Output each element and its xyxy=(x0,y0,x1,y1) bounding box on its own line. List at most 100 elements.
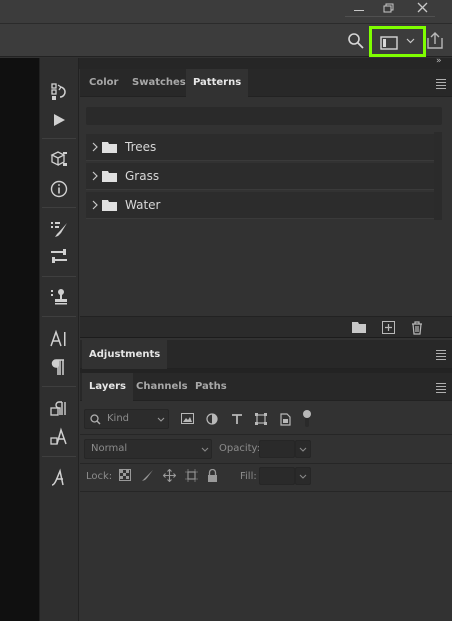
info-button[interactable] xyxy=(47,177,71,201)
character-styles-button[interactable] xyxy=(47,425,71,449)
brush-settings-button[interactable] xyxy=(47,217,71,241)
title-bar xyxy=(0,0,452,23)
opacity-dropdown[interactable] xyxy=(295,440,311,458)
pattern-group-row[interactable]: Trees xyxy=(86,134,436,161)
row-divider xyxy=(80,491,452,492)
pattern-group-row[interactable]: Grass xyxy=(86,163,436,190)
fill-dropdown[interactable] xyxy=(295,467,311,485)
collapse-right-icon[interactable]: » xyxy=(436,56,442,66)
folder-icon xyxy=(102,200,117,211)
tab-adjustments[interactable]: Adjustments xyxy=(82,340,168,369)
patterns-search-input[interactable] xyxy=(86,107,442,125)
patterns-panel: Trees Grass Water xyxy=(80,97,452,317)
tab-color[interactable]: Color xyxy=(82,69,125,97)
character-button[interactable] xyxy=(47,327,71,351)
adjustment-filter-icon[interactable] xyxy=(206,413,218,425)
lock-label: Lock: xyxy=(86,471,113,482)
tab-patterns[interactable]: Patterns xyxy=(186,69,249,97)
tool-divider xyxy=(42,207,76,208)
info-icon xyxy=(50,180,68,198)
panel-menu-icon[interactable] xyxy=(436,79,446,91)
pattern-group-label: Water xyxy=(125,198,161,212)
lock-artboard-icon[interactable] xyxy=(185,469,198,482)
paragraph-styles-button[interactable] xyxy=(47,397,71,421)
share-button[interactable] xyxy=(426,32,444,53)
lock-all-icon[interactable] xyxy=(207,469,218,482)
paragraph-button[interactable] xyxy=(47,355,71,379)
type-filter-icon[interactable] xyxy=(231,413,243,425)
tab-swatches[interactable]: Swatches xyxy=(125,69,193,97)
folder-icon xyxy=(102,171,117,182)
panel-menu-icon[interactable] xyxy=(436,383,446,395)
pattern-group-label: Grass xyxy=(125,169,160,183)
history-button[interactable] xyxy=(47,80,71,104)
tab-channels[interactable]: Channels xyxy=(129,373,195,401)
3d-button[interactable] xyxy=(47,147,71,171)
tool-divider xyxy=(42,386,76,387)
character-icon xyxy=(50,329,66,347)
new-pattern-button[interactable] xyxy=(382,321,395,334)
chevron-right-icon[interactable] xyxy=(92,171,98,181)
character-styles-icon xyxy=(50,427,67,445)
clone-source-button[interactable] xyxy=(47,285,71,309)
workspace-icon xyxy=(380,36,398,50)
paragraph-icon xyxy=(51,359,64,375)
brush-settings-icon xyxy=(51,222,67,237)
adjust-icon xyxy=(51,249,67,263)
tool-divider xyxy=(42,316,76,317)
opacity-input[interactable] xyxy=(259,440,295,458)
chevron-down-icon xyxy=(406,38,415,44)
lock-pixels-icon[interactable] xyxy=(141,469,154,482)
3d-icon xyxy=(50,151,67,167)
chevron-down-icon xyxy=(157,417,165,422)
patterns-panel-tabs: Color Swatches Patterns xyxy=(80,69,452,97)
adjustments-panel-tabs: Adjustments xyxy=(80,340,452,369)
title-separator xyxy=(345,16,435,17)
tool-divider xyxy=(42,456,76,457)
panel-menu-icon[interactable] xyxy=(436,350,446,362)
chevron-right-icon[interactable] xyxy=(92,142,98,152)
row-divider xyxy=(80,434,452,435)
lock-transparency-icon[interactable] xyxy=(119,469,131,481)
chevron-down-icon xyxy=(201,447,209,452)
pattern-group-label: Trees xyxy=(125,140,157,154)
folder-icon xyxy=(102,142,117,153)
shape-filter-icon[interactable] xyxy=(255,413,267,425)
adjust-button[interactable] xyxy=(47,245,71,269)
smart-object-filter-icon[interactable] xyxy=(280,413,291,426)
layer-filter-kind-select[interactable]: Kind xyxy=(84,409,169,429)
share-icon xyxy=(427,32,443,49)
play-icon xyxy=(54,114,65,126)
patterns-scrollbar[interactable] xyxy=(434,132,442,220)
search-button[interactable] xyxy=(347,32,365,53)
opacity-label: Opacity: xyxy=(219,443,261,454)
fill-input[interactable] xyxy=(259,467,295,485)
tab-paths[interactable]: Paths xyxy=(188,373,234,401)
blend-mode-select[interactable]: Normal xyxy=(84,439,212,459)
trash-icon[interactable] xyxy=(411,321,423,335)
actions-button[interactable] xyxy=(47,108,71,132)
layers-panel: Kind Normal Opacity: Lock: Fill: xyxy=(80,401,452,621)
layers-panel-tabs: Layers Channels Paths xyxy=(80,373,452,401)
patterns-footer xyxy=(80,316,452,338)
lock-position-icon[interactable] xyxy=(163,469,176,482)
search-icon xyxy=(90,414,101,425)
history-icon xyxy=(51,83,66,100)
new-group-button[interactable] xyxy=(352,321,367,333)
workspace-switcher[interactable] xyxy=(369,26,426,57)
glyphs-button[interactable] xyxy=(47,466,71,490)
options-bar xyxy=(0,23,452,57)
paragraph-styles-icon xyxy=(50,401,66,416)
blend-mode-value: Normal xyxy=(91,443,128,454)
row-divider xyxy=(80,463,452,464)
tool-divider xyxy=(42,276,76,277)
pixel-filter-icon[interactable] xyxy=(181,413,194,424)
document-canvas[interactable] xyxy=(0,58,39,621)
pattern-group-row[interactable]: Water xyxy=(86,192,436,219)
chevron-right-icon[interactable] xyxy=(92,200,98,210)
search-icon xyxy=(348,33,364,49)
tab-layers[interactable]: Layers xyxy=(82,373,133,401)
chevron-down-icon xyxy=(299,474,307,479)
tool-divider xyxy=(42,138,76,139)
filter-toggle-icon[interactable] xyxy=(302,409,312,429)
